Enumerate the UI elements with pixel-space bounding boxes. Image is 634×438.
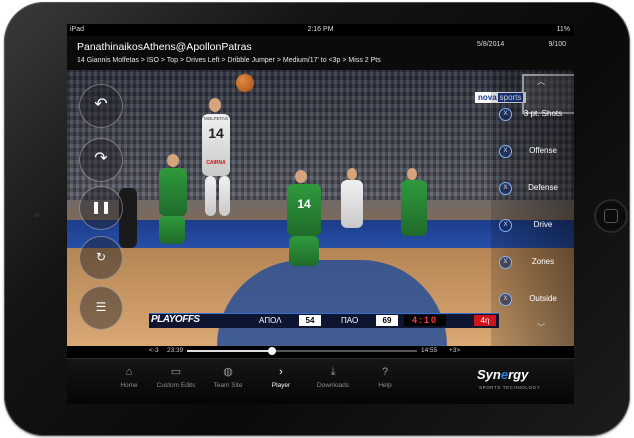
filter-item[interactable]: X Drive [499,219,574,233]
redo-button[interactable]: ↷ [79,138,123,182]
filter-item[interactable]: X Outside [499,293,574,307]
scrub-progress [187,350,273,352]
clip-header: PanathinaikosAthens@ApollonPatras 5/8/20… [67,36,574,70]
tab-label: Team Site [213,382,243,389]
quarter-badge: 4η [474,315,496,326]
clip-counter: 9/100 [548,41,566,48]
shooter-head [209,98,221,112]
green-player2-head [407,168,417,180]
tv-scoreboard: PLAYOFFS ΑΠΟΛ 54 ΠΑΟ 69 4:10 4η [149,313,499,328]
question-icon: ? [381,366,389,378]
referee [119,188,137,248]
shooter-jersey-name: MOLFETAS [204,116,228,121]
shooter-jersey: 14 [202,114,230,176]
filter-label: Outside [529,294,557,303]
replay-icon: ↻ [95,250,107,264]
team1-name: ΑΠΟΛ [259,316,282,325]
video-player[interactable]: novasports 14 MOLFETAS CAIRNA 14 ↶ ↷ ❚❚ … [67,70,574,346]
white-player-head [347,168,357,180]
basketball [236,74,254,92]
filter-label: Defense [528,183,558,192]
team2-name: ΠΑΟ [341,316,359,325]
elapsed-time: 23:39 [167,347,184,354]
remove-filter-icon[interactable]: X [499,293,512,306]
chevron-right-icon: › [279,366,283,378]
home-hardware-button[interactable] [594,199,628,233]
app-screen: iPad 2:16 PM 11% PanathinaikosAthens@Apo… [67,24,574,404]
defender-shorts [159,216,185,244]
scrub-handle[interactable] [268,347,277,355]
filter-item[interactable]: X 3 pt. Shots [499,108,574,122]
download-icon: ⤓ [330,366,336,378]
synergy-tagline: SPORTS TECHNOLOGY [479,385,541,390]
list-button[interactable]: ☰ [79,286,123,330]
tab-label: Downloads [316,382,350,389]
scrubber-bar: <-3 23:39 14:55 +3> [67,346,574,356]
remove-filter-icon[interactable]: X [499,256,512,269]
remove-filter-icon[interactable]: X [499,182,512,195]
battery-level: 11% [556,26,571,33]
shooter-jersey-sponsor: CAIRNA [206,160,226,166]
tab-downloads[interactable]: ⤓ Downloads [303,365,363,389]
ipad-frame: iPad 2:16 PM 11% PanathinaikosAthens@Apo… [4,2,630,436]
list-icon: ☰ [95,300,107,314]
green-player-jersey: 14 [287,184,321,236]
redo-icon: ↷ [94,150,108,167]
filter-scroll-up-icon[interactable]: ︿ [537,76,545,87]
filter-label: 3 pt. Shots [523,109,563,118]
team2-score: 69 [376,315,398,326]
tab-label: Custom Edits [156,382,196,389]
green-player-shorts [289,236,319,266]
replay-button[interactable]: ↻ [79,236,123,280]
defender-jersey [159,168,187,216]
filter-label: Offense [529,146,557,155]
filter-label: Zones [531,257,555,266]
remove-filter-icon[interactable]: X [499,145,512,158]
remove-filter-icon[interactable]: X [499,219,512,232]
tab-bar: ⌂ Home ▭ Custom Edits ◍ Team Site › Player ⤓ Down… [67,358,574,404]
green-player-head [295,170,307,183]
green-player2-body [401,180,427,236]
tab-player[interactable]: › Player [251,365,311,389]
white-player-body [341,180,363,228]
playoffs-logo: PLAYOFFS [151,314,200,325]
filter-item[interactable]: X Zones [499,256,574,270]
front-camera [33,211,41,219]
game-date: 5/8/2014 [477,41,505,48]
pause-button[interactable]: ❚❚ [79,186,123,230]
filter-item[interactable]: X Offense [499,145,574,159]
status-bar: iPad 2:16 PM 11% [67,24,574,36]
undo-button[interactable]: ↶ [79,84,123,128]
defender-head [167,154,179,167]
tab-label: Help [378,382,392,389]
game-title: PanathinaikosAthens@ApollonPatras [77,41,252,53]
tab-team-site[interactable]: ◍ Team Site [198,365,258,389]
undo-icon: ↶ [94,96,108,113]
pause-icon: ❚❚ [90,200,112,214]
tab-help[interactable]: ? Help [355,365,415,389]
shooter-leg-left [205,176,216,216]
team1-score: 54 [299,315,321,326]
skip-forward-button[interactable]: +3> [449,347,460,354]
filter-item[interactable]: X Defense [499,182,574,196]
tab-label: Player [271,382,291,389]
remaining-time: 14:55 [421,347,438,354]
filter-scroll-down-icon[interactable]: ﹀ [537,322,545,333]
shooter-leg-right [219,176,230,216]
remove-filter-icon[interactable]: X [499,108,512,121]
tab-custom-edits[interactable]: ▭ Custom Edits [146,365,206,389]
synergy-logo: Synergy SPORTS TECHNOLOGY [477,367,541,390]
game-clock: 4:10 [404,315,446,326]
scrub-track[interactable] [187,347,417,355]
home-button-glyph [604,209,618,223]
skip-back-button[interactable]: <-3 [149,347,159,354]
film-icon: ▭ [170,366,182,378]
globe-icon: ◍ [223,366,233,378]
tab-label: Home [120,382,138,389]
play-breadcrumb: 14 Giannis Molfetas > ISO > Top > Drives… [77,57,381,64]
status-time: 2:16 PM [307,26,334,33]
filter-label: Drive [533,220,553,229]
